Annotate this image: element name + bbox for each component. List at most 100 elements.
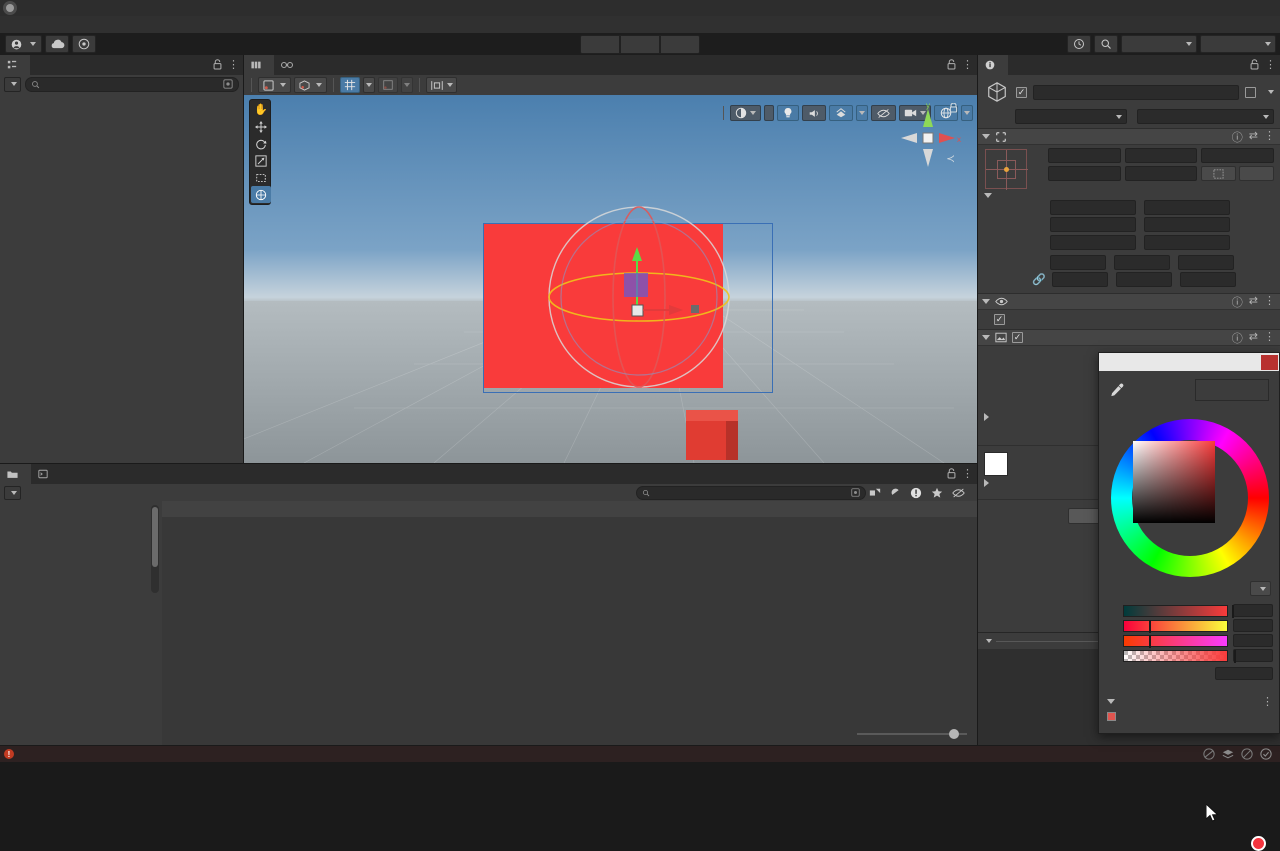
rect-tool-icon[interactable] xyxy=(251,169,271,186)
menu-item-services[interactable] xyxy=(74,16,88,33)
scale-x-field[interactable] xyxy=(1052,272,1108,287)
pos-x-field[interactable] xyxy=(1048,148,1121,163)
hand-tool-icon[interactable]: ✋ xyxy=(251,101,271,118)
pos-y-field[interactable] xyxy=(1124,148,1198,163)
layers-dropdown[interactable] xyxy=(1121,35,1197,53)
pivot-x-field[interactable] xyxy=(1050,235,1136,250)
project-search-input[interactable] xyxy=(636,485,866,500)
object-enabled-checkbox[interactable]: ✓ xyxy=(1016,86,1027,98)
local-toggle[interactable] xyxy=(294,77,327,93)
project-add-button[interactable] xyxy=(4,485,21,500)
rotation-y-field[interactable] xyxy=(1114,255,1170,270)
eyedropper-icon[interactable] xyxy=(1109,382,1125,398)
menu-item-component[interactable] xyxy=(60,16,74,33)
material-preview-swatch[interactable] xyxy=(984,452,1008,476)
anchor-min-y-field[interactable] xyxy=(1144,200,1230,215)
menu-item-edit[interactable] xyxy=(18,16,32,33)
hierarchy-search-input[interactable] xyxy=(25,76,239,92)
scale-tool-icon[interactable] xyxy=(251,152,271,169)
preset-icon[interactable]: ⇄ xyxy=(1249,294,1258,310)
image-enabled-checkbox[interactable]: ✓ xyxy=(1012,332,1023,343)
cloud-button[interactable] xyxy=(45,35,69,53)
current-color-swatch[interactable] xyxy=(1232,380,1268,400)
saturation-value-square[interactable] xyxy=(1133,441,1215,523)
layer-dropdown[interactable] xyxy=(1137,109,1274,124)
menu-item-file[interactable] xyxy=(4,16,18,33)
hex-value-field[interactable] xyxy=(1215,667,1273,680)
add-preset-swatch[interactable] xyxy=(1107,712,1116,721)
anchor-min-x-field[interactable] xyxy=(1050,200,1136,215)
height-field[interactable] xyxy=(1124,166,1198,181)
foldout-icon[interactable] xyxy=(982,299,990,304)
history-button[interactable] xyxy=(1067,35,1091,53)
color-picker-close-button[interactable] xyxy=(1261,354,1278,370)
raw-toggle-button[interactable] xyxy=(1239,166,1275,181)
close-button[interactable] xyxy=(1240,0,1280,16)
width-field[interactable] xyxy=(1048,166,1121,181)
collab-icon[interactable] xyxy=(1203,748,1215,760)
channel-r-value[interactable] xyxy=(1233,604,1273,617)
maximize-button[interactable] xyxy=(1200,0,1240,16)
scene-move-gizmo[interactable] xyxy=(599,195,719,320)
tab-scene[interactable] xyxy=(244,55,274,75)
rotation-x-field[interactable] xyxy=(1050,255,1106,270)
search-button[interactable] xyxy=(1094,35,1118,53)
component-menu-icon[interactable]: ⋮ xyxy=(1264,294,1275,310)
tab-inspector[interactable] xyxy=(978,55,1008,75)
raycast-padding-foldout-icon[interactable] xyxy=(984,412,989,421)
hierarchy-add-button[interactable] xyxy=(4,76,21,92)
color-mode-dropdown[interactable] xyxy=(1250,581,1271,596)
raw-edit-button[interactable] xyxy=(1201,166,1237,181)
rotate-tool-icon[interactable] xyxy=(251,135,271,152)
favorites-filter-icon[interactable] xyxy=(931,487,943,499)
component-header-canvas-renderer[interactable]: ⓘ ⇄ ⋮ xyxy=(978,293,1280,310)
static-checkbox[interactable] xyxy=(1245,86,1256,98)
inspector-menu-icon[interactable]: ⋮ xyxy=(1265,58,1276,71)
tab-project[interactable] xyxy=(0,464,31,484)
fx-dropdown[interactable] xyxy=(856,105,868,121)
pivot-toggle[interactable] xyxy=(258,77,291,93)
tag-dropdown[interactable] xyxy=(1015,109,1127,124)
material-filter-icon[interactable] xyxy=(890,487,901,498)
tab-console[interactable] xyxy=(31,464,61,484)
prefab-filter-icon[interactable] xyxy=(869,487,881,499)
chevron-down-icon[interactable] xyxy=(1268,90,1274,94)
audio-toggle[interactable] xyxy=(802,105,826,121)
pivot-y-field[interactable] xyxy=(1144,235,1230,250)
menu-item-help[interactable] xyxy=(116,16,130,33)
swatches-foldout-icon[interactable] xyxy=(1107,699,1115,704)
lock-icon[interactable] xyxy=(947,468,956,479)
foldout-icon[interactable] xyxy=(982,134,990,139)
account-button[interactable] xyxy=(5,35,42,53)
orientation-gizmo[interactable]: y x xyxy=(895,103,961,179)
pause-button[interactable] xyxy=(620,34,660,54)
gizmos-dropdown[interactable] xyxy=(961,105,973,121)
layers-icon[interactable] xyxy=(1222,748,1234,760)
tab-hierarchy[interactable] xyxy=(0,55,30,75)
info-filter-icon[interactable] xyxy=(910,487,922,499)
scene-menu-icon[interactable]: ⋮ xyxy=(962,58,973,71)
pos-z-field[interactable] xyxy=(1201,148,1275,163)
hidden-count-badge[interactable] xyxy=(952,488,967,498)
search-target-icon[interactable] xyxy=(851,488,860,497)
minimize-button[interactable] xyxy=(1160,0,1200,16)
move-tool-icon[interactable] xyxy=(251,118,271,135)
mute-icon[interactable] xyxy=(1241,748,1253,760)
previous-color-swatch[interactable] xyxy=(1196,380,1232,400)
settings-button[interactable] xyxy=(72,35,96,53)
snap-increment-dropdown[interactable] xyxy=(401,77,413,93)
channel-b-slider[interactable] xyxy=(1123,634,1229,648)
transform-tool-icon[interactable] xyxy=(251,186,271,203)
hierarchy-menu-icon[interactable]: ⋮ xyxy=(228,58,239,71)
component-menu-icon[interactable]: ⋮ xyxy=(1264,129,1275,145)
channel-a-slider[interactable] xyxy=(1123,649,1237,663)
help-icon[interactable]: ⓘ xyxy=(1232,129,1243,145)
scene-viewport[interactable]: ✋ y x ≺ xyxy=(244,95,977,463)
scale-z-field[interactable] xyxy=(1180,272,1236,287)
cull-transparent-mesh-checkbox[interactable]: ✓ xyxy=(994,314,1005,325)
menu-item-gameobject[interactable] xyxy=(46,16,60,33)
grid-snap-toggle[interactable] xyxy=(340,77,360,93)
lock-icon[interactable] xyxy=(947,59,956,70)
channel-g-slider[interactable] xyxy=(1123,619,1229,633)
lock-icon[interactable] xyxy=(213,59,222,70)
